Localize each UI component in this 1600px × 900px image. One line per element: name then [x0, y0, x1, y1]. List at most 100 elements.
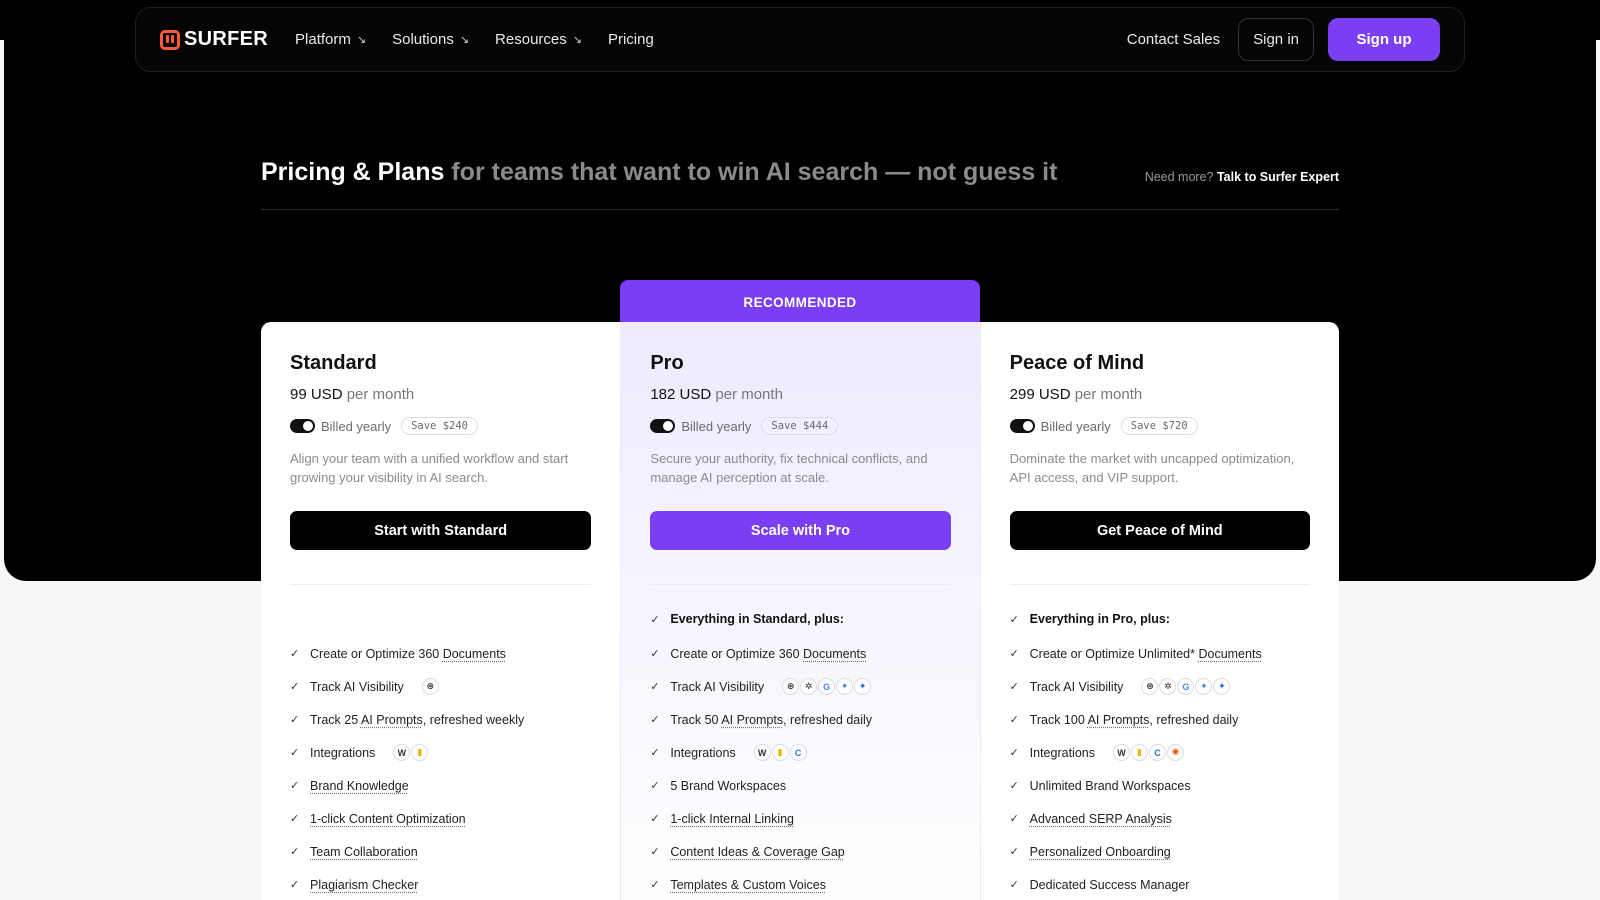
feature-text-part: Track AI Visibility: [670, 679, 765, 694]
feature-item: ✓ Create or Optimize 360 Documents: [650, 637, 950, 670]
check-icon: ✓: [650, 613, 660, 626]
feature-icon-group: ⊛ ✲ G ✦ ✦: [1141, 678, 1231, 695]
feature-tooltip-link[interactable]: AI Prompts: [721, 713, 783, 727]
feature-text-part: 5 Brand Workspaces: [670, 778, 787, 793]
plan-price: 299 USD per month: [1010, 386, 1310, 403]
feature-tooltip-link[interactable]: Personalized Onboarding: [1030, 845, 1171, 859]
feature-icon-group: ⊛: [421, 678, 439, 695]
nav-link-label: Resources: [495, 31, 567, 48]
plan-divider: [1009, 584, 1310, 585]
feature-tooltip-link[interactable]: Documents: [443, 647, 506, 661]
feature-text: Templates & Custom Voices: [670, 878, 826, 892]
plan-cta-button[interactable]: Start with Standard: [290, 511, 592, 550]
feature-item: ✓ Advanced SERP Analysis: [1010, 802, 1310, 835]
price-amount: 299 USD: [1009, 386, 1071, 403]
feature-tooltip-link[interactable]: 1-click Content Optimization: [310, 812, 466, 826]
feature-item: ✓ Personalized Onboarding: [1010, 835, 1310, 868]
feature-text-part: , refreshed daily: [1149, 712, 1239, 727]
openai-icon: ⊛: [782, 678, 800, 695]
surfer-logo-icon: [160, 29, 180, 50]
contentful-icon: C: [1148, 744, 1166, 761]
feature-item: ✓ 1-click Content Optimization: [290, 802, 591, 835]
feature-icon-group: W ▮ C: [753, 744, 807, 761]
feature-text-part: , refreshed weekly: [422, 712, 525, 727]
plan-description: Dominate the market with uncapped optimi…: [1009, 451, 1295, 485]
gemini-icon: ✦: [836, 678, 854, 695]
feature-item: ✓ Track AI Visibility ⊛: [290, 670, 591, 703]
plan-card-peace-of-mind: Peace of Mind 299 USD per month Billed yea…: [979, 322, 1339, 900]
feature-list: ✓ Everything in Standard, plus: ✓ Create or…: [650, 601, 950, 900]
feature-tooltip-link[interactable]: Advanced SERP Analysis: [1030, 812, 1172, 826]
feature-item: ✓ Integrations W ▮ C: [650, 736, 950, 769]
billing-row: Billed yearly Save $444: [650, 417, 950, 435]
plan-cta-button[interactable]: Get Peace of Mind: [1009, 511, 1310, 550]
feature-tooltip-link[interactable]: Templates & Custom Voices: [670, 878, 826, 892]
feature-tooltip-link[interactable]: Plagiarism Checker: [310, 878, 418, 892]
copilot-icon: ✦: [854, 678, 872, 695]
feature-tooltip-link[interactable]: Documents: [803, 647, 866, 661]
feature-tooltip-link[interactable]: AI Prompts: [361, 713, 423, 727]
feature-item: ✓ Track AI Visibility ⊛ ✲ G ✦ ✦: [1010, 670, 1310, 703]
contact-sales-link[interactable]: Contact Sales: [1127, 31, 1220, 48]
feature-text: Integrations: [670, 746, 735, 760]
plan-card-standard: Standard 99 USD per month Billed yearly Sav…: [261, 322, 620, 900]
feature-text: Advanced SERP Analysis: [1030, 812, 1172, 826]
recommended-badge: RECOMMENDED: [620, 280, 980, 324]
feature-text-part: Create or Optimize 360: [670, 646, 804, 661]
feature-tooltip-link[interactable]: Brand Knowledge: [310, 779, 409, 793]
feature-tooltip-link[interactable]: AI Prompts: [1088, 713, 1150, 727]
check-icon: ✓: [1009, 714, 1019, 726]
nav-link-solutions[interactable]: Solutions ↘: [392, 31, 469, 48]
plan-name: Peace of Mind: [1009, 352, 1145, 374]
feature-text: 1-click Content Optimization: [310, 812, 466, 826]
sign-in-button[interactable]: Sign in: [1238, 18, 1314, 61]
feature-item: ✓ Plagiarism Checker: [290, 868, 591, 900]
price-period: per month: [715, 386, 783, 403]
feature-heading-text: Everything in Pro, plus:: [1029, 612, 1170, 626]
feature-item: ✓ Create or Optimize Unlimited* Documents: [1010, 637, 1310, 670]
header-divider: [261, 209, 1339, 210]
feature-tooltip-link[interactable]: Documents: [1198, 647, 1261, 661]
arrow-down-right-icon: ↘: [459, 34, 470, 46]
feature-tooltip-link[interactable]: Content Ideas & Coverage Gap: [670, 845, 844, 859]
billing-toggle[interactable]: [290, 419, 315, 433]
feature-icon-group: ⊛ ✲ G ✦ ✦: [782, 678, 872, 695]
feature-tooltip-link[interactable]: 1-click Internal Linking: [670, 812, 794, 826]
check-icon: ✓: [1009, 846, 1019, 858]
feature-text: Unlimited Brand Workspaces: [1030, 779, 1191, 793]
billing-label: Billed yearly: [1040, 418, 1111, 434]
feature-text: Content Ideas & Coverage Gap: [670, 845, 844, 859]
talk-to-expert-link[interactable]: Talk to Surfer Expert: [1217, 170, 1339, 184]
feature-item: ✓ Unlimited Brand Workspaces: [1010, 769, 1310, 802]
feature-list-heading: ✓ Everything in Pro, plus:: [1010, 601, 1310, 637]
feature-item: ✓ Dedicated Success Manager: [1010, 868, 1310, 900]
billing-toggle[interactable]: [1009, 419, 1035, 433]
surfer-logo[interactable]: SURFER: [160, 28, 268, 51]
sign-up-button[interactable]: Sign up: [1328, 18, 1440, 61]
billing-row: Billed yearly Save $720: [1009, 417, 1310, 435]
feature-text: 5 Brand Workspaces: [670, 779, 786, 793]
feature-text: Personalized Onboarding: [1030, 845, 1171, 859]
feature-list-heading: ✓ Everything in Standard, plus:: [650, 601, 950, 637]
billing-toggle[interactable]: [650, 419, 676, 433]
feature-heading-text: Everything in Standard, plus:: [670, 612, 844, 626]
plan-divider: [290, 584, 592, 585]
nav-link-platform[interactable]: Platform ↘: [295, 31, 366, 48]
nav-link-label: Platform: [295, 31, 351, 48]
billing-label: Billed yearly: [321, 418, 392, 434]
check-icon: ✓: [1009, 648, 1019, 660]
savings-badge: Save $720: [1120, 417, 1198, 435]
feature-tooltip-link[interactable]: Team Collaboration: [310, 845, 418, 859]
pricing-plans: Standard 99 USD per month Billed yearly Sav…: [261, 322, 1339, 900]
check-icon: ✓: [650, 681, 660, 693]
feature-text: Integrations: [1030, 746, 1095, 760]
logo-text: SURFER: [184, 28, 269, 50]
google-icon: G: [818, 678, 836, 695]
check-icon: ✓: [650, 780, 660, 792]
feature-text: Create or Optimize Unlimited* Documents: [1030, 647, 1262, 661]
feature-item: ✓ Track AI Visibility ⊛ ✲ G ✦ ✦: [650, 670, 950, 703]
plan-cta-button[interactable]: Scale with Pro: [650, 511, 951, 550]
nav-link-pricing[interactable]: Pricing: [608, 31, 654, 48]
nav-link-resources[interactable]: Resources ↘: [495, 31, 582, 48]
check-icon: ✓: [290, 648, 300, 660]
